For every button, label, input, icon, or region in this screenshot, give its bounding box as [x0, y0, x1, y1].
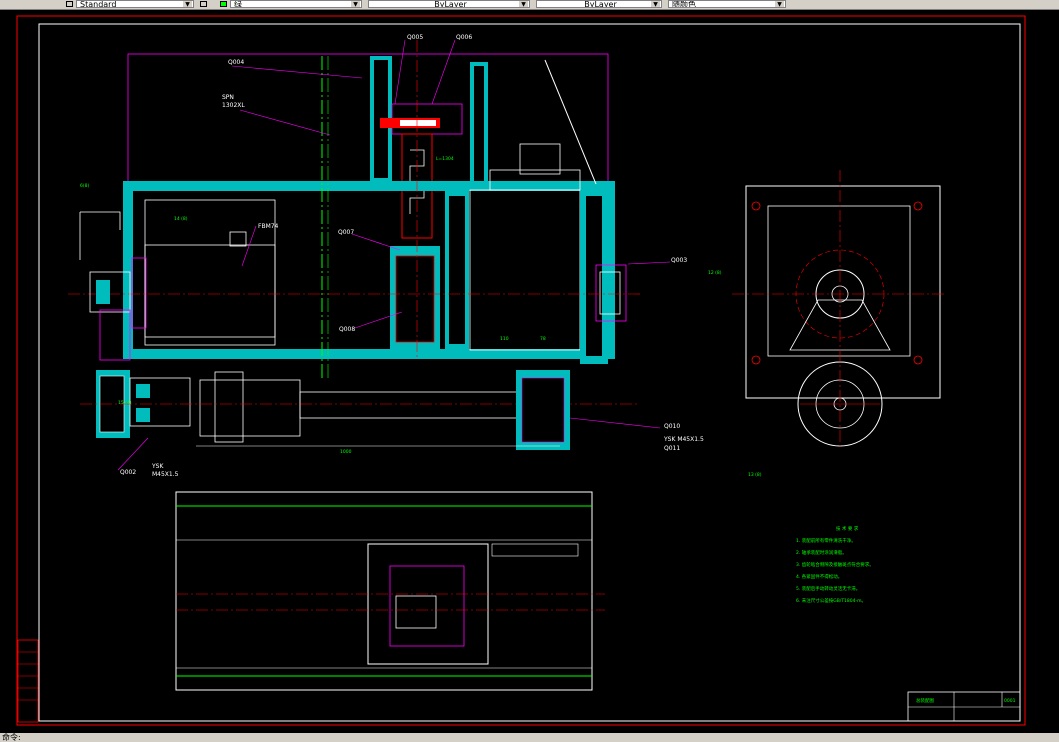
revision-strip — [17, 639, 39, 723]
notes-line-1: 1. 装配前所有零件清洗干净。 — [796, 537, 856, 544]
linetype-dropdown[interactable]: ByLayer ▼ — [368, 0, 530, 8]
label-6-8: 6(8) — [80, 183, 89, 189]
label-78: 78 — [540, 336, 546, 342]
lineweight-dropdown[interactable]: ByLayer ▼ — [536, 0, 662, 8]
title-block: 总装配图 0001 — [907, 691, 1021, 722]
label-g004: Q004 — [228, 59, 244, 66]
notes-line-4: 4. 各紧固件不得松动。 — [796, 573, 842, 580]
chevron-down-icon: ▼ — [183, 1, 192, 7]
drawing-canvas[interactable]: 1000 Q005 Q006 Q004 SPN 1302XL FBM74 Q00… — [0, 10, 1059, 742]
label-spn: SPN — [222, 94, 234, 101]
label-g006: Q006 — [456, 34, 472, 41]
plotstyle-value: 随颜色 — [672, 0, 696, 8]
chevron-down-icon: ▼ — [351, 1, 360, 7]
plotstyle-dropdown[interactable]: 随颜色 ▼ — [668, 0, 786, 8]
title-block-number: 0001 — [1004, 698, 1016, 704]
properties-toolbar: Standard ▼ 绿 ▼ ByLayer ▼ ByLayer ▼ 随颜色 ▼ — [0, 0, 1059, 10]
label-13-8: 13 (8) — [748, 472, 762, 478]
lineweight-value: ByLayer — [584, 0, 617, 8]
svg-text:1000: 1000 — [340, 449, 352, 455]
color-swatch-icon — [220, 1, 227, 7]
linetype-value: ByLayer — [434, 0, 467, 8]
plan-view — [175, 491, 605, 691]
label-14-8: 14 (8) — [174, 216, 188, 222]
title-block-title: 总装配图 — [916, 697, 934, 704]
notes-line-2: 2. 轴承装配时涂润滑脂。 — [796, 549, 847, 556]
label-g010: Q010 — [664, 423, 680, 430]
label-l-dim: L=1304 — [436, 156, 454, 162]
layer-icon — [200, 1, 207, 7]
label-motor: FBM74 — [258, 223, 279, 230]
side-view — [732, 170, 945, 450]
label-g008: Q008 — [339, 326, 355, 333]
text-style-dropdown[interactable]: Standard ▼ — [76, 0, 194, 8]
color-dropdown[interactable]: 绿 ▼ — [230, 0, 362, 8]
text-style-icon — [66, 1, 73, 7]
label-ysk-left-thread: M45X1.5 — [152, 471, 179, 478]
label-ysk-left: YSK — [151, 463, 164, 470]
label-12-8: 12 (8) — [708, 270, 722, 276]
label-g002: Q002 — [120, 469, 136, 476]
notes-line-3: 3. 齿轮啮合侧隙及接触斑点符合要求。 — [796, 561, 874, 568]
text-style-value: Standard — [80, 0, 117, 8]
chevron-down-icon: ▼ — [519, 1, 528, 7]
label-spn-model: 1302XL — [222, 102, 245, 109]
label-ysk-right: YSK M45X1.5 — [663, 436, 704, 443]
color-value: 绿 — [234, 0, 242, 8]
label-g011: Q011 — [664, 445, 680, 452]
label-g007: Q007 — [338, 229, 354, 236]
technical-notes: 技 术 要 求 1. 装配前所有零件清洗干净。 2. 轴承装配时涂润滑脂。 3.… — [796, 525, 874, 604]
command-prompt: 命令: — [2, 733, 21, 742]
label-15-4: 15 (4) — [118, 400, 132, 406]
label-110: 110 — [500, 336, 509, 342]
label-g005: Q005 — [407, 34, 423, 41]
chevron-down-icon: ▼ — [775, 1, 784, 7]
command-line[interactable]: 命令: — [0, 733, 1059, 742]
section-view: 1000 — [68, 40, 640, 455]
notes-title: 技 术 要 求 — [836, 525, 859, 532]
notes-line-6: 6. 未注尺寸公差按GB/T1804-m。 — [796, 597, 866, 604]
label-g003: Q003 — [671, 257, 687, 264]
notes-line-5: 5. 装配后手动转动灵活无卡滞。 — [796, 585, 860, 592]
chevron-down-icon: ▼ — [651, 1, 660, 7]
